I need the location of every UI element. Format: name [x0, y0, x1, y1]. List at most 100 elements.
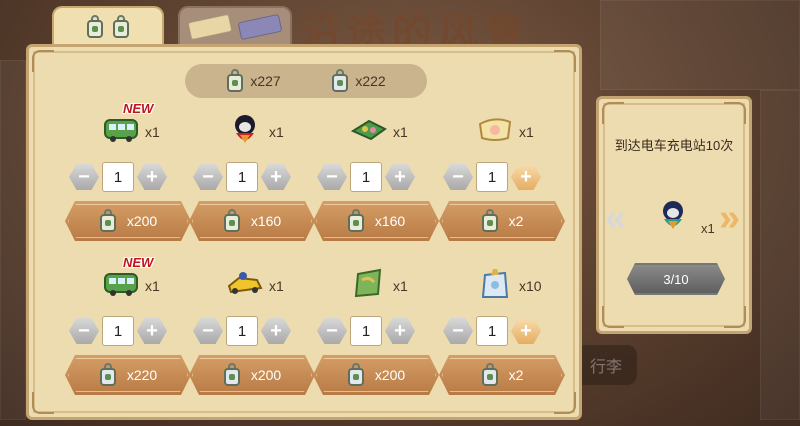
quantity-value[interactable]: 1 [350, 162, 382, 192]
decrease-button[interactable]: − [69, 164, 99, 190]
blue-lantern-token-icon [331, 69, 349, 93]
green-map-scroll-icon[interactable] [351, 267, 387, 299]
shop-item: x1 − 1 + x200 [189, 261, 315, 401]
tan-ticket-icon [187, 13, 233, 41]
blue-gift-bag-icon[interactable] [477, 267, 513, 299]
decrease-button[interactable]: − [69, 318, 99, 344]
shop-item: x1 − 1 + x2 [439, 107, 565, 247]
buy-button[interactable]: x200 [189, 355, 315, 395]
green-plant-tray-icon[interactable] [351, 113, 387, 145]
price-label: x160 [250, 213, 282, 229]
quantity-value[interactable]: 1 [476, 316, 508, 346]
penguin-costume-icon[interactable] [227, 113, 263, 145]
purple-ticket-icon [237, 13, 283, 41]
item-row: x1 [313, 107, 439, 151]
item-row: NEW x1 [65, 101, 191, 151]
milestone-progress: 3/10 [627, 263, 725, 295]
green-lantern-token-icon [99, 209, 117, 233]
quantity-stepper: − 1 + [189, 161, 315, 193]
shop-item: x1 − 1 + x200 [313, 261, 439, 401]
milestone-reward-panel: 到达电车充电站10次 « x1 » 3/10 [596, 96, 752, 334]
shop-item: x10 − 1 + x2 [439, 261, 565, 401]
quantity-value[interactable]: 1 [226, 316, 258, 346]
cream-cushion-icon[interactable] [477, 113, 513, 145]
decrease-button[interactable]: − [317, 318, 347, 344]
increase-button[interactable]: + [385, 164, 415, 190]
quantity-value[interactable]: 1 [102, 162, 134, 192]
decrease-button[interactable]: − [193, 318, 223, 344]
item-row: x10 [439, 261, 565, 305]
panel-corner-ornament [724, 102, 746, 124]
blue-lantern-token-icon [223, 363, 241, 387]
item-quantity: x1 [393, 124, 408, 140]
item-quantity: x1 [145, 124, 160, 140]
increase-button[interactable]: + [261, 164, 291, 190]
item-quantity: x1 [269, 278, 284, 294]
decrease-button[interactable]: − [443, 164, 473, 190]
penguin-costume-icon[interactable] [653, 197, 693, 233]
price-label: x160 [374, 213, 406, 229]
increase-button[interactable]: + [137, 164, 167, 190]
buy-button[interactable]: x160 [189, 201, 315, 241]
price-label: x200 [374, 367, 406, 383]
blue-lantern-token-icon [347, 363, 365, 387]
price-label: x2 [508, 213, 524, 229]
quantity-value[interactable]: 1 [226, 162, 258, 192]
quantity-stepper: − 1 + [65, 315, 191, 347]
increase-button[interactable]: + [261, 318, 291, 344]
background-luggage-sign: 行李 [575, 345, 637, 385]
decrease-button[interactable]: − [317, 164, 347, 190]
buy-button[interactable]: x200 [313, 355, 439, 395]
next-arrow-icon[interactable]: » [719, 199, 740, 237]
panel-corner-ornament [32, 50, 54, 72]
green-tram-icon[interactable] [103, 267, 139, 299]
increase-button[interactable]: + [137, 318, 167, 344]
buy-button[interactable]: x160 [313, 201, 439, 241]
background-building [0, 60, 26, 420]
green-lantern-token-icon [347, 209, 365, 233]
quantity-value[interactable]: 1 [476, 162, 508, 192]
green-tram-icon[interactable] [103, 113, 139, 145]
tab-lanterns[interactable] [52, 6, 164, 46]
increase-button[interactable]: + [385, 318, 415, 344]
price-label: x200 [126, 213, 158, 229]
milestone-title: 到达电车充电站10次 [614, 138, 734, 153]
item-quantity: x1 [519, 124, 534, 140]
increase-button[interactable]: + [511, 318, 541, 344]
quantity-stepper: − 1 + [65, 161, 191, 193]
item-quantity: x10 [519, 278, 542, 294]
tab-tickets[interactable] [178, 6, 292, 46]
shop-item: x1 − 1 + x160 [313, 107, 439, 247]
shop-item: x1 − 1 + x160 [189, 107, 315, 247]
buy-button[interactable]: x2 [439, 355, 565, 395]
increase-button[interactable]: + [511, 164, 541, 190]
buy-button[interactable]: x2 [439, 201, 565, 241]
buy-button[interactable]: x200 [65, 201, 191, 241]
decrease-button[interactable]: − [193, 164, 223, 190]
green-lantern-token-icon [223, 209, 241, 233]
price-label: x2 [508, 367, 524, 383]
panel-corner-ornament [32, 392, 54, 414]
blue-lantern-token-icon [481, 363, 499, 387]
currency-green-lantern: x227 [226, 69, 281, 93]
item-quantity: x1 [269, 124, 284, 140]
decrease-button[interactable]: − [443, 318, 473, 344]
currency-bar: x227 x222 [185, 64, 427, 98]
quantity-value[interactable]: 1 [350, 316, 382, 346]
previous-arrow-icon[interactable]: « [605, 199, 626, 237]
quantity-stepper: − 1 + [313, 161, 439, 193]
quantity-value[interactable]: 1 [102, 316, 134, 346]
item-quantity: x1 [145, 278, 160, 294]
panel-corner-ornament [724, 306, 746, 328]
blue-lantern-token-icon [99, 363, 117, 387]
item-row: NEW x1 [65, 255, 191, 305]
shop-item: NEW x1 − 1 + x220 [65, 255, 191, 401]
quantity-stepper: − 1 + [439, 161, 565, 193]
currency-amount: x227 [250, 73, 281, 89]
currency-blue-lantern: x222 [331, 69, 386, 93]
shop-panel: x227 x222 NEW x1 − 1 + x200 x1 − 1 + x16… [26, 44, 582, 420]
item-quantity: x1 [393, 278, 408, 294]
yellow-kart-icon[interactable] [227, 267, 263, 299]
item-row: x1 [439, 107, 565, 151]
buy-button[interactable]: x220 [65, 355, 191, 395]
